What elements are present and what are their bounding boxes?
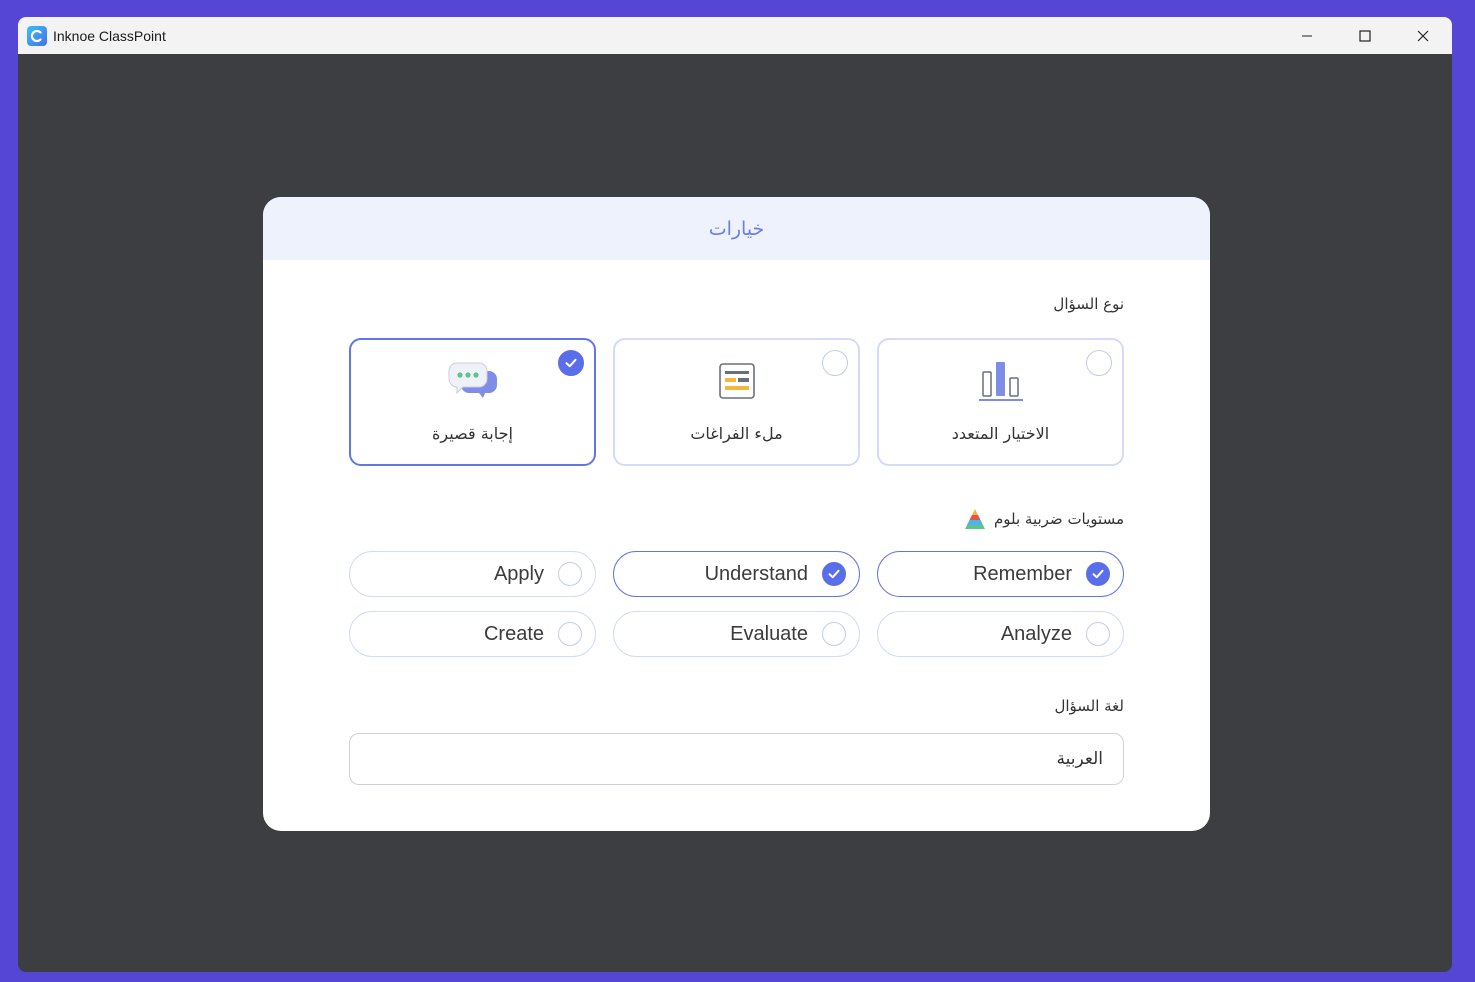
question-type-label-multiple-choice: الاختيار المتعدد xyxy=(951,424,1050,443)
checkmark-icon xyxy=(822,562,846,586)
bloom-level-remember[interactable]: Remember xyxy=(877,551,1124,597)
question-type-multiple-choice[interactable]: الاختيار المتعدد xyxy=(877,338,1124,466)
bloom-levels-label: مستويات ضربية بلوم xyxy=(964,508,1124,530)
question-type-short-answer[interactable]: إجابة قصيرة xyxy=(349,338,596,466)
bloom-level-evaluate[interactable]: Evaluate xyxy=(613,611,860,657)
close-button[interactable] xyxy=(1394,17,1452,54)
question-language-value: العربية xyxy=(1056,749,1103,769)
radio-icon xyxy=(558,622,582,646)
dialog-header: خيارات xyxy=(263,197,1210,260)
fill-blanks-icon xyxy=(711,358,763,404)
checkmark-icon xyxy=(558,350,584,376)
radio-icon xyxy=(822,350,848,376)
close-icon xyxy=(1417,30,1429,41)
question-type-fill-blanks[interactable]: ملء الفراغات xyxy=(613,338,860,466)
bloom-level-create[interactable]: Create xyxy=(349,611,596,657)
chat-bubbles-icon xyxy=(447,358,499,404)
question-type-label: نوع السؤال xyxy=(1053,295,1124,313)
checkmark-icon xyxy=(1086,562,1110,586)
radio-icon xyxy=(558,562,582,586)
maximize-button[interactable] xyxy=(1336,17,1394,54)
dialog-title: خيارات xyxy=(708,217,765,240)
pyramid-icon xyxy=(964,509,985,529)
question-type-label-short-answer: إجابة قصيرة xyxy=(432,424,513,443)
minimize-button[interactable] xyxy=(1278,17,1336,54)
bloom-level-understand[interactable]: Understand xyxy=(613,551,860,597)
radio-icon xyxy=(1086,622,1110,646)
minimize-icon xyxy=(1302,35,1312,36)
classpoint-logo-icon xyxy=(27,25,47,46)
maximize-icon xyxy=(1359,29,1371,42)
title-bar: Inknoe ClassPoint xyxy=(18,17,1452,54)
question-language-select[interactable]: العربية xyxy=(349,733,1124,785)
window-title: Inknoe ClassPoint xyxy=(53,27,166,44)
options-dialog: خيارات نوع السؤال إجابة قصيرة ملء الفراغ… xyxy=(263,197,1210,831)
question-type-label-fill-blanks: ملء الفراغات xyxy=(690,424,783,443)
bloom-level-analyze[interactable]: Analyze xyxy=(877,611,1124,657)
radio-icon xyxy=(822,622,846,646)
bar-chart-icon xyxy=(975,358,1027,404)
app-window: Inknoe ClassPoint خيارات نوع السؤال إجاب… xyxy=(18,17,1452,972)
radio-icon xyxy=(1086,350,1112,376)
bloom-level-apply[interactable]: Apply xyxy=(349,551,596,597)
question-language-label: لغة السؤال xyxy=(1054,697,1124,715)
